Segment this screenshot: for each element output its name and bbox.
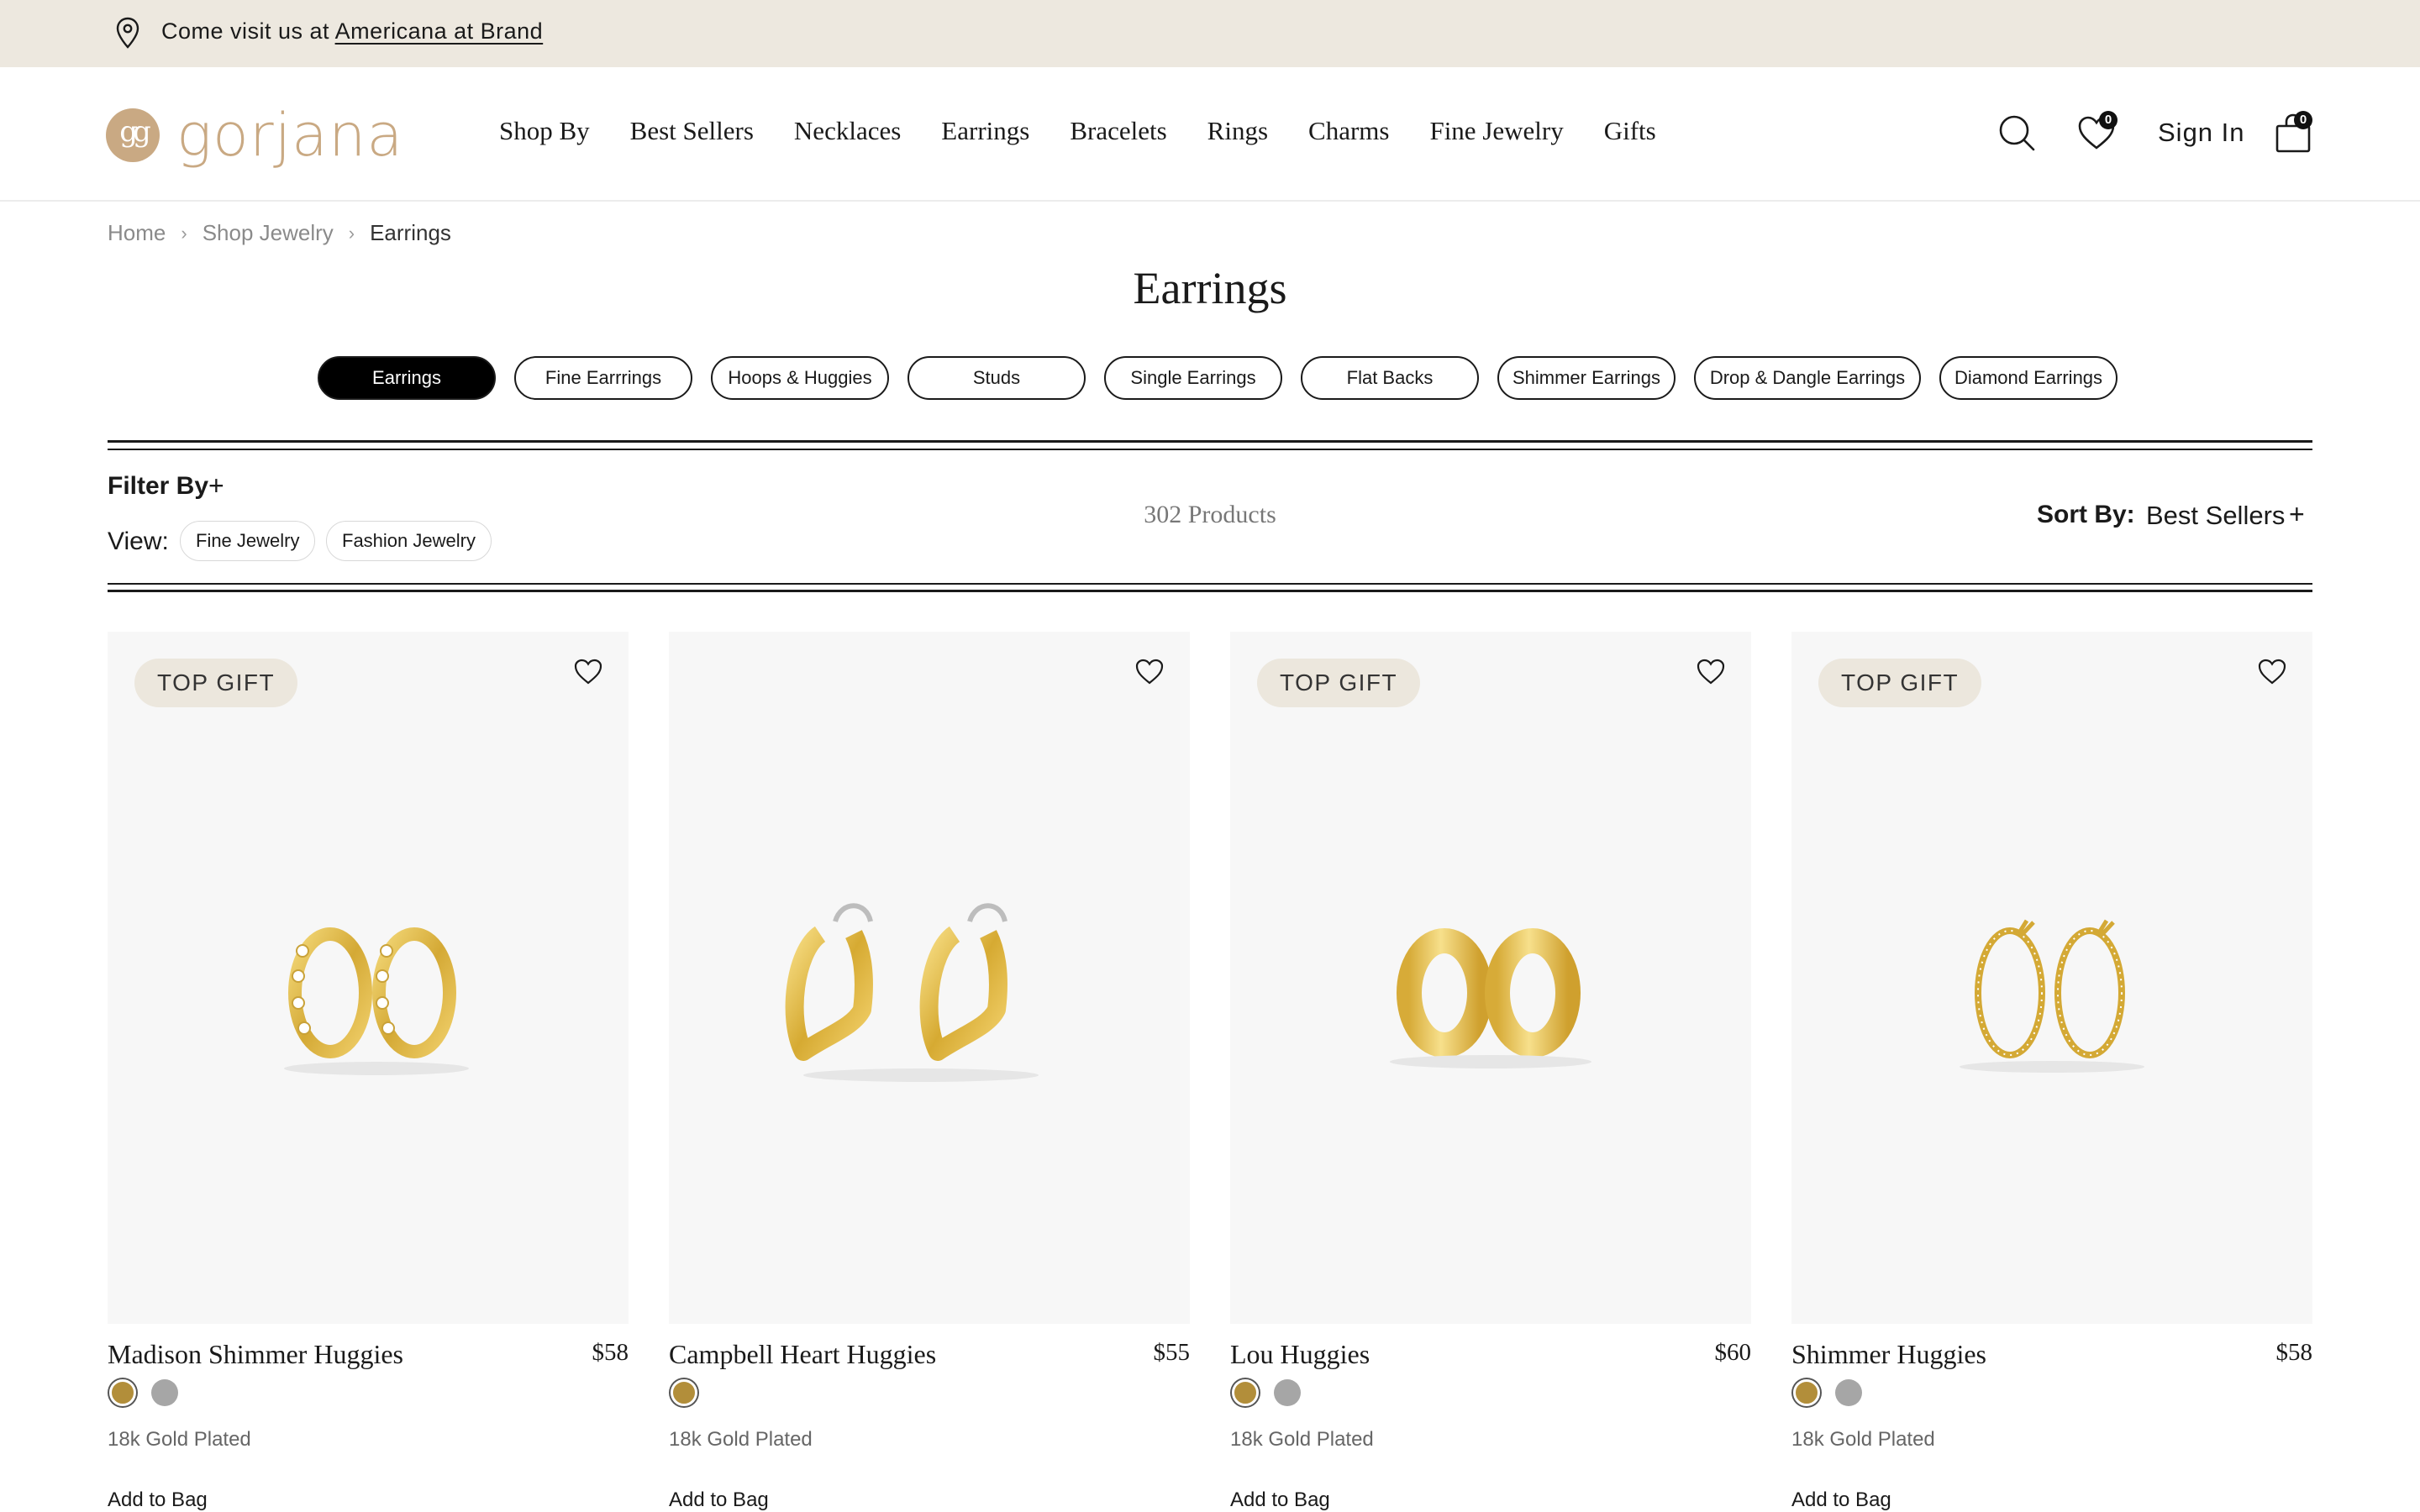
product-finish: 18k Gold Plated (1791, 1428, 1935, 1451)
earring-image (284, 927, 469, 1075)
pill-flat-backs[interactable]: Flat Backs (1301, 356, 1479, 400)
nav-item-charms[interactable]: Charms (1308, 116, 1389, 146)
product-card[interactable]: TOP GIFT Shimmer Huggies $58 18k Gold Pl… (1791, 632, 2312, 1511)
swatch-gold[interactable] (109, 1379, 136, 1406)
product-name[interactable]: Campbell Heart Huggies (669, 1339, 936, 1370)
product-image[interactable]: TOP GIFT (108, 632, 629, 1324)
announcement-bar: Come visit us at Americana at Brand (0, 0, 2420, 67)
earring-image (1390, 928, 1591, 1068)
logo-mark: gg (106, 108, 160, 162)
product-finish: 18k Gold Plated (669, 1428, 813, 1451)
chevron-right-icon: › (348, 222, 355, 244)
sort-by-label: Sort By: (2037, 501, 2135, 528)
product-name[interactable]: Shimmer Huggies (1791, 1339, 1986, 1370)
earring-image (785, 903, 1039, 1082)
store-link[interactable]: Americana at Brand (335, 18, 544, 44)
nav-item-necklaces[interactable]: Necklaces (794, 116, 901, 146)
product-card[interactable]: TOP GIFT Madison Shimmer Huggies $58 18k… (108, 632, 629, 1511)
pill-studs[interactable]: Studs (908, 356, 1086, 400)
divider (108, 440, 2312, 443)
swatch-silver[interactable] (1835, 1379, 1862, 1406)
nav-item-bracelets[interactable]: Bracelets (1070, 116, 1166, 146)
plus-icon[interactable]: + (2289, 499, 2305, 530)
announcement-text: Come visit us at Americana at Brand (161, 18, 543, 45)
divider (108, 590, 2312, 592)
swatch-gold[interactable] (1232, 1379, 1259, 1406)
swatch-gold[interactable] (671, 1379, 697, 1406)
category-pills: Earrings Fine Earrrings Hoops & Huggies … (318, 356, 2136, 400)
product-card[interactable]: TOP GIFT Lou Huggies $60 18k Gold Plated… (1230, 632, 1751, 1511)
product-name[interactable]: Madison Shimmer Huggies (108, 1339, 403, 1370)
nav-item-rings[interactable]: Rings (1207, 116, 1268, 146)
divider (108, 449, 2312, 450)
nav-item-gifts[interactable]: Gifts (1604, 116, 1656, 146)
color-swatches (109, 1379, 193, 1406)
heart-icon[interactable] (2257, 657, 2287, 687)
divider (108, 583, 2312, 585)
product-price: $55 (1153, 1339, 1191, 1366)
plus-icon[interactable]: + (208, 470, 224, 501)
logo-mark-text: gg (119, 115, 151, 149)
breadcrumb: Home › Shop Jewelry › Earrings (108, 220, 451, 246)
heart-icon[interactable] (1696, 657, 1726, 687)
pill-earrings[interactable]: Earrings (318, 356, 496, 400)
heart-icon[interactable] (573, 657, 603, 687)
add-to-bag-button[interactable]: Add to Bag (669, 1488, 769, 1512)
nav-item-earrings[interactable]: Earrings (941, 116, 1029, 146)
site-header: gg gorjana Shop By Best Sellers Necklace… (0, 67, 2420, 202)
product-price: $58 (2275, 1339, 2313, 1366)
location-pin-icon (108, 13, 148, 54)
top-gift-badge: TOP GIFT (134, 659, 298, 707)
product-finish: 18k Gold Plated (1230, 1428, 1374, 1451)
brand-logo[interactable]: gg gorjana (106, 106, 403, 165)
color-swatches (671, 1379, 713, 1406)
pill-drop-dangle-earrings[interactable]: Drop & Dangle Earrings (1694, 356, 1921, 400)
wishlist-count-badge: 0 (2099, 111, 2118, 129)
sort-by-dropdown[interactable]: Best Sellers (2146, 501, 2285, 531)
main-nav: Shop By Best Sellers Necklaces Earrings … (499, 116, 1697, 146)
add-to-bag-button[interactable]: Add to Bag (1791, 1488, 1891, 1512)
filter-by-toggle[interactable]: Filter By (108, 472, 208, 501)
add-to-bag-button[interactable]: Add to Bag (108, 1488, 208, 1512)
top-gift-badge: TOP GIFT (1257, 659, 1421, 707)
page-title: Earrings (1133, 263, 1287, 313)
swatch-gold[interactable] (1793, 1379, 1820, 1406)
product-image[interactable]: TOP GIFT (1230, 632, 1751, 1324)
product-image[interactable]: TOP GIFT (1791, 632, 2312, 1324)
swatch-silver[interactable] (151, 1379, 178, 1406)
color-swatches (1232, 1379, 1316, 1406)
pill-fine-earrings[interactable]: Fine Earrrings (514, 356, 692, 400)
nav-item-fine-jewelry[interactable]: Fine Jewelry (1429, 116, 1563, 146)
pill-hoops-huggies[interactable]: Hoops & Huggies (711, 356, 889, 400)
nav-item-best-sellers[interactable]: Best Sellers (630, 116, 754, 146)
breadcrumb-current: Earrings (370, 220, 451, 245)
view-label: View: (108, 528, 169, 555)
search-icon[interactable] (1996, 113, 2037, 153)
breadcrumb-shop-jewelry[interactable]: Shop Jewelry (203, 220, 334, 246)
add-to-bag-button[interactable]: Add to Bag (1230, 1488, 1330, 1512)
nav-item-shop-by[interactable]: Shop By (499, 116, 590, 146)
product-finish: 18k Gold Plated (108, 1428, 251, 1451)
top-gift-badge: TOP GIFT (1818, 659, 1982, 707)
breadcrumb-home[interactable]: Home (108, 220, 166, 246)
pill-diamond-earrings[interactable]: Diamond Earrings (1939, 356, 2118, 400)
heart-icon[interactable] (1134, 657, 1165, 687)
swatch-silver[interactable] (1274, 1379, 1301, 1406)
product-image[interactable] (669, 632, 1190, 1324)
color-swatches (1793, 1379, 1877, 1406)
announcement-prefix: Come visit us at (161, 18, 330, 44)
product-price: $58 (592, 1339, 629, 1366)
pill-single-earrings[interactable]: Single Earrings (1104, 356, 1282, 400)
product-price: $60 (1714, 1339, 1752, 1366)
pill-shimmer-earrings[interactable]: Shimmer Earrings (1497, 356, 1676, 400)
bag-count-badge: 0 (2294, 111, 2312, 129)
product-name[interactable]: Lou Huggies (1230, 1339, 1370, 1370)
sign-in-link[interactable]: Sign In (2158, 118, 2245, 148)
earring-image (1960, 919, 2144, 1073)
product-card[interactable]: Campbell Heart Huggies $55 18k Gold Plat… (669, 632, 1190, 1511)
logo-text: gorjana (176, 101, 404, 170)
page: Come visit us at Americana at Brand gg g… (0, 0, 2420, 1512)
chevron-right-icon: › (181, 222, 187, 244)
